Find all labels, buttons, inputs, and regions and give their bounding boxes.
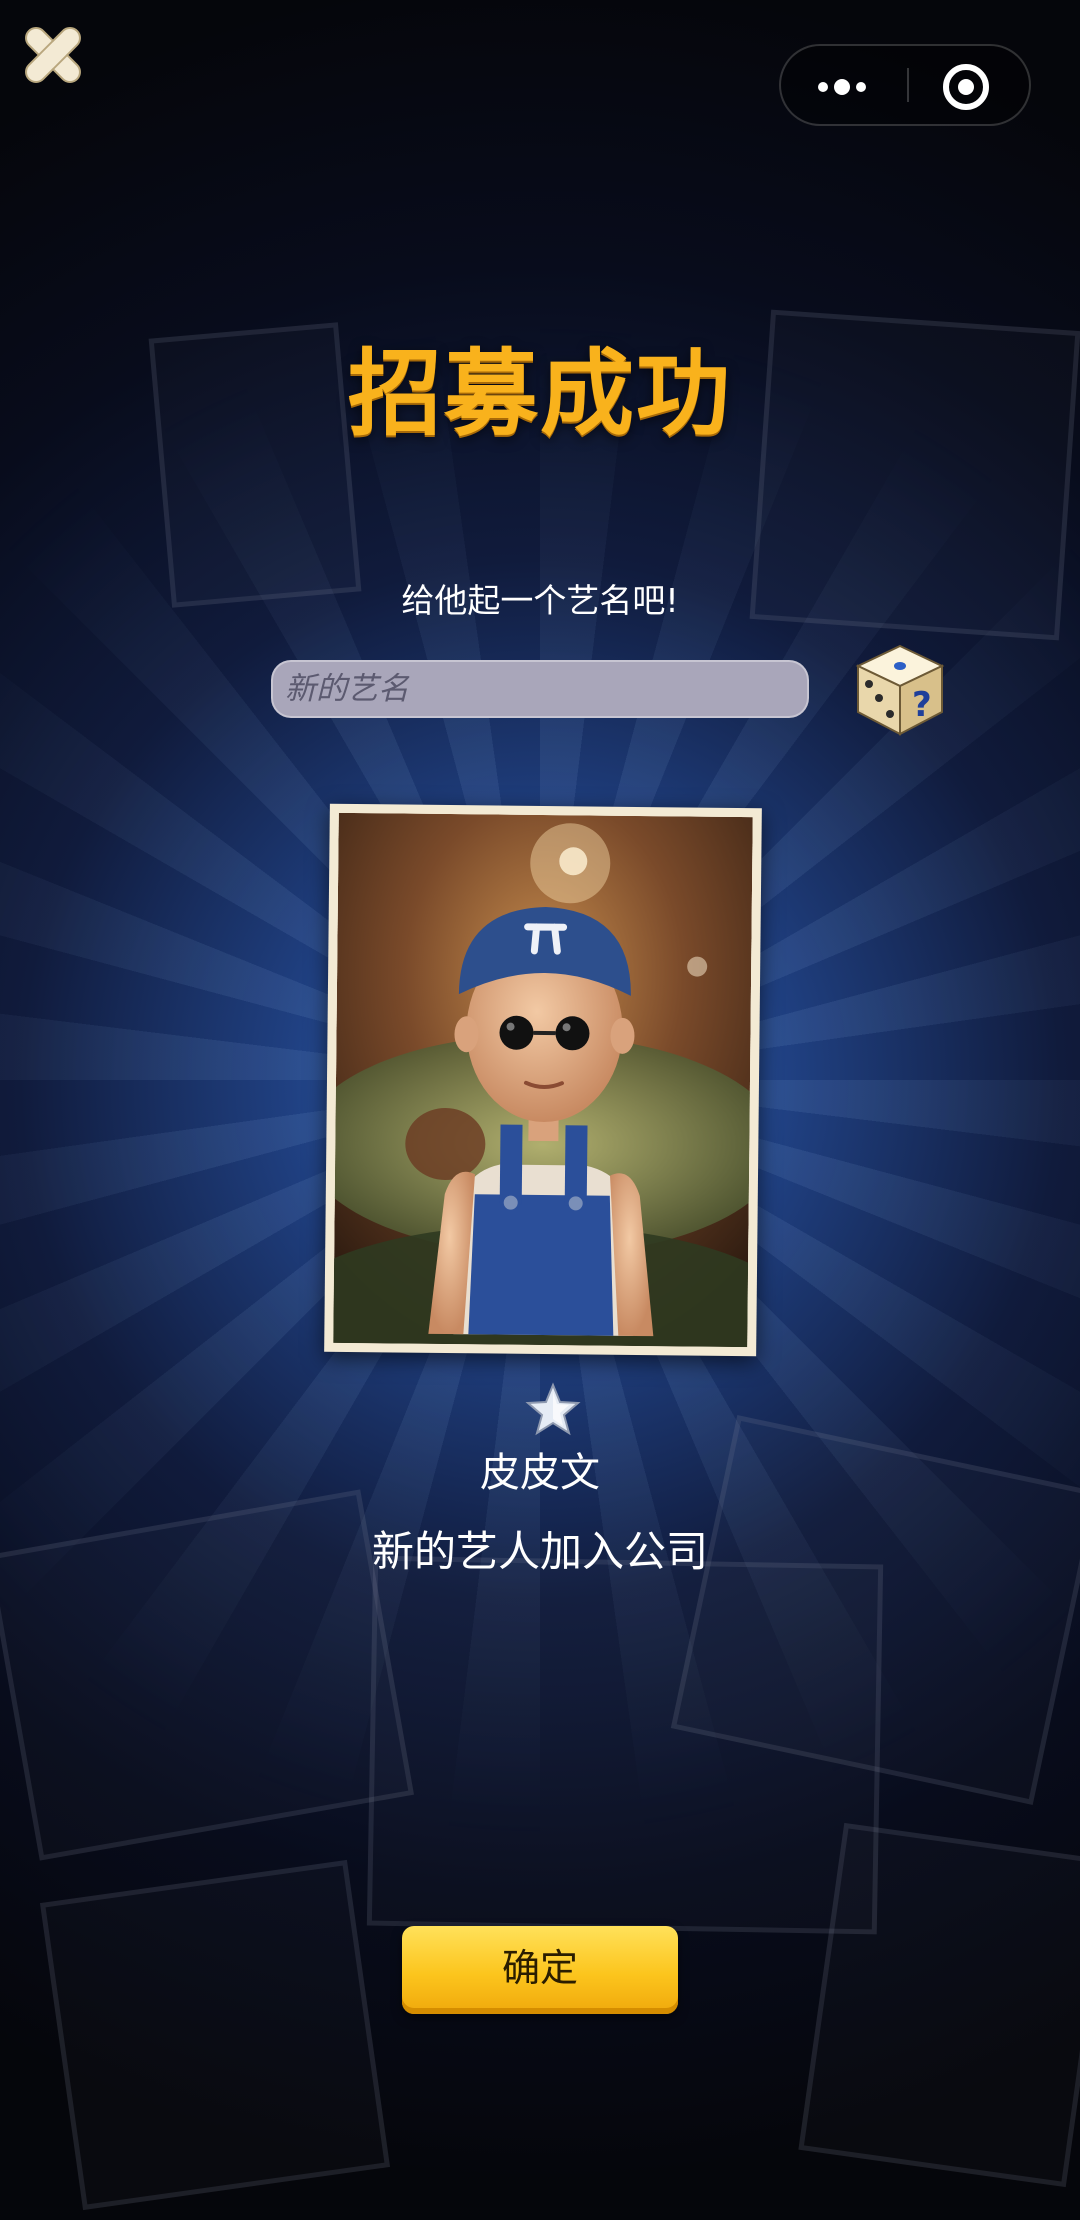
join-message: 新的艺人加入公司 (371, 1527, 708, 1576)
recruit-success-screen: 招募成功 给他起一个艺名吧! ? (0, 0, 1080, 2220)
random-name-button[interactable]: ? (852, 640, 948, 740)
page-title: 招募成功 (347, 340, 732, 449)
confirm-button[interactable]: 确定 (402, 1926, 678, 2014)
star-icon (525, 1382, 581, 1436)
stage-name-input[interactable] (271, 660, 809, 718)
background-photo-frame (798, 1822, 1080, 2188)
background-photo-frame (366, 1555, 884, 1935)
artist-name: 皮皮文 (480, 1450, 600, 1496)
mini-program-capsule (779, 44, 1031, 126)
more-button[interactable] (781, 46, 906, 124)
close-x-icon (25, 27, 81, 83)
background-photo-frame (39, 1859, 391, 2211)
artist-card (324, 803, 762, 1357)
character-portrait-icon (333, 812, 753, 1348)
artist-portrait (333, 812, 753, 1348)
dice-question-icon: ? (855, 644, 945, 736)
exit-button[interactable] (909, 46, 1029, 124)
svg-text:?: ? (912, 685, 932, 725)
close-button[interactable] (20, 22, 86, 88)
target-circle-icon (943, 64, 989, 110)
name-prompt: 给他起一个艺名吧! (401, 581, 679, 620)
more-dots-icon (818, 79, 866, 95)
